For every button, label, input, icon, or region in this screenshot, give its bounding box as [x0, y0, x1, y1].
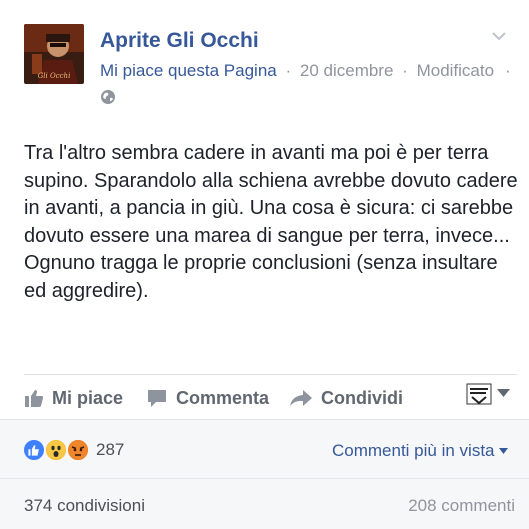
- share-arrow-icon: [290, 390, 312, 406]
- post-text: Tra l'altro sembra cadere in avanti ma p…: [24, 140, 519, 305]
- page-avatar[interactable]: Gli Occhi: [24, 24, 84, 84]
- comment-button[interactable]: Commenta: [146, 384, 269, 412]
- reactions-summary[interactable]: 287: [22, 437, 124, 463]
- globe-icon[interactable]: [100, 89, 116, 105]
- angry-reaction-icon: [66, 438, 90, 462]
- divider: [0, 478, 529, 479]
- like-button[interactable]: Mi piace: [24, 384, 123, 412]
- edited-label[interactable]: Modificato: [417, 61, 494, 80]
- comment-count[interactable]: 208 commenti: [408, 496, 515, 516]
- like-label: Mi piace: [52, 387, 124, 408]
- chevron-down-icon[interactable]: [491, 30, 507, 42]
- post-meta: Mi piace questa Pagina · 20 dicembre · M…: [100, 61, 494, 81]
- meta-separator: ·: [505, 61, 511, 80]
- comment-sort-dropdown[interactable]: Commenti più in vista: [332, 441, 508, 461]
- share-count[interactable]: 374 condivisioni: [24, 496, 145, 516]
- caret-down-icon[interactable]: [497, 389, 510, 398]
- wow-reaction-icon: [44, 438, 68, 462]
- comment-sort-label: Commenti più in vista: [332, 441, 495, 460]
- post-paragraph: Ognuno tragga le proprie conclusioni (se…: [24, 252, 498, 302]
- post-paragraph: Tra l'altro sembra cadere in avanti ma p…: [24, 142, 518, 247]
- comment-label: Commenta: [176, 387, 270, 408]
- meta-separator: ·: [402, 61, 408, 80]
- comment-icon: [148, 390, 166, 407]
- page-name[interactable]: Aprite Gli Occhi: [100, 29, 259, 53]
- divider: [24, 374, 517, 375]
- reaction-count[interactable]: 287: [96, 440, 124, 460]
- thumbs-up-icon: [25, 390, 43, 407]
- svg-text:Gli Occhi: Gli Occhi: [38, 72, 71, 80]
- post-date[interactable]: 20 dicembre: [300, 61, 394, 80]
- like-page-link[interactable]: Mi piace questa Pagina: [100, 61, 277, 80]
- like-reaction-icon: [22, 438, 46, 462]
- caret-down-icon: [498, 448, 508, 454]
- share-button[interactable]: Condividi: [289, 384, 403, 412]
- post-card: Gli Occhi Aprite Gli Occhi Mi piace ques…: [0, 0, 529, 529]
- viewer-avatar-icon[interactable]: [466, 381, 492, 407]
- share-label: Condividi: [321, 387, 403, 408]
- meta-separator: ·: [285, 61, 292, 80]
